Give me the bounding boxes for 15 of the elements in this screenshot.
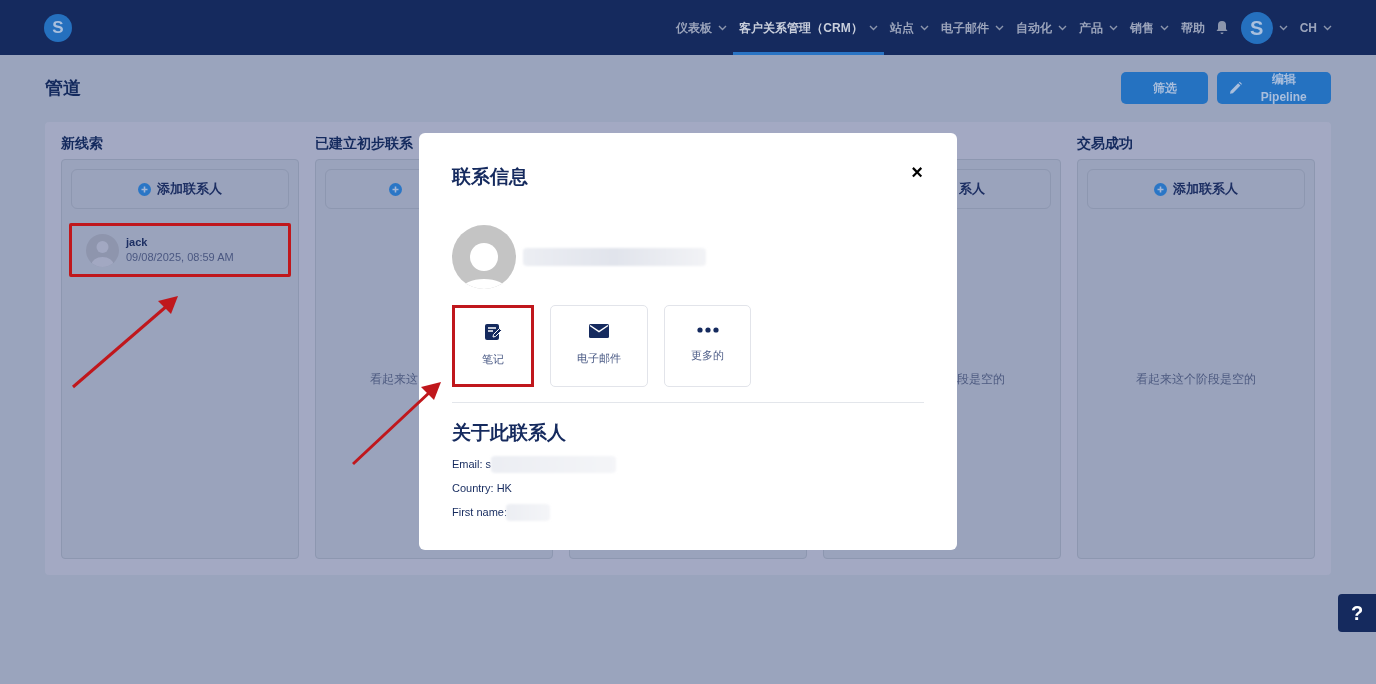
contact-field: Country: HK — [452, 480, 512, 497]
empty-stage-text: 段是空的 — [957, 371, 1005, 388]
page-title: 管道 — [45, 76, 81, 100]
contact-date: 09/08/2025, 08:59 AM — [126, 250, 234, 265]
contact-name: jack — [126, 235, 149, 250]
dialog-title: 联系信息 — [452, 165, 528, 189]
contact-field: First name: — [452, 504, 507, 521]
column-title: 已建立初步联系 — [315, 134, 414, 153]
section-title: 关于此联系人 — [452, 420, 567, 445]
column-title: 新线索 — [61, 134, 104, 153]
contact-field: Email: s — [452, 456, 492, 473]
column-title: 交易成功 — [1077, 134, 1134, 153]
empty-stage-text: 看起来这 — [370, 371, 418, 388]
empty-stage-text: 看起来这个阶段是空的 — [1136, 371, 1256, 388]
user-avatar: S — [1240, 11, 1273, 44]
